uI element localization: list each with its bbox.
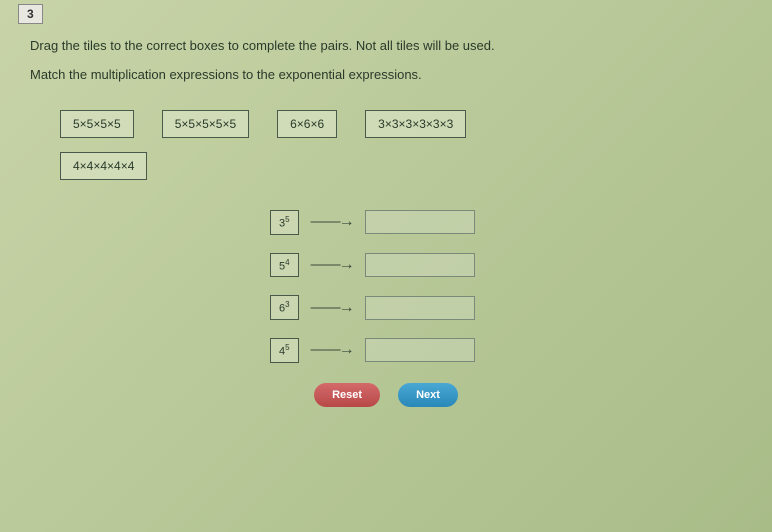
exp-1: 5 xyxy=(285,215,289,224)
match-row-4: 45 ——→ xyxy=(270,338,742,363)
next-button[interactable]: Next xyxy=(398,383,458,407)
tile-5x4[interactable]: 5×5×5×5 xyxy=(60,110,134,138)
question-content: Drag the tiles to the correct boxes to c… xyxy=(0,0,772,407)
tiles-row-1: 5×5×5×5 5×5×5×5×5 6×6×6 3×3×3×3×3×3 xyxy=(60,110,742,138)
drop-zone-4[interactable] xyxy=(365,338,475,362)
tile-5x5[interactable]: 5×5×5×5×5 xyxy=(162,110,249,138)
drop-zone-1[interactable] xyxy=(365,210,475,234)
tile-3x6[interactable]: 3×3×3×3×3×3 xyxy=(365,110,466,138)
reset-button[interactable]: Reset xyxy=(314,383,380,407)
tile-4x5[interactable]: 4×4×4×4×4 xyxy=(60,152,147,180)
button-bar: Reset Next xyxy=(30,383,742,407)
arrow-icon: ——→ xyxy=(311,299,353,317)
tiles-row-2: 4×4×4×4×4 xyxy=(60,152,742,180)
match-row-2: 54 ——→ xyxy=(270,253,742,278)
exponent-box-4-5: 45 xyxy=(270,338,299,363)
exponent-box-3-5: 35 xyxy=(270,210,299,235)
exp-2: 4 xyxy=(285,258,289,267)
matching-area: 35 ——→ 54 ——→ 63 ——→ 45 ——→ xyxy=(270,210,742,363)
exponent-box-5-4: 54 xyxy=(270,253,299,278)
tile-6x3[interactable]: 6×6×6 xyxy=(277,110,337,138)
drop-zone-3[interactable] xyxy=(365,296,475,320)
arrow-icon: ——→ xyxy=(311,341,353,359)
arrow-icon: ——→ xyxy=(311,256,353,274)
instruction-primary: Drag the tiles to the correct boxes to c… xyxy=(30,38,742,53)
exponent-box-6-3: 63 xyxy=(270,295,299,320)
match-row-1: 35 ——→ xyxy=(270,210,742,235)
exp-3: 3 xyxy=(285,300,289,309)
arrow-icon: ——→ xyxy=(311,213,353,231)
exp-4: 5 xyxy=(285,343,289,352)
match-row-3: 63 ——→ xyxy=(270,295,742,320)
drop-zone-2[interactable] xyxy=(365,253,475,277)
question-number-badge: 3 xyxy=(18,4,43,24)
instruction-secondary: Match the multiplication expressions to … xyxy=(30,67,742,82)
